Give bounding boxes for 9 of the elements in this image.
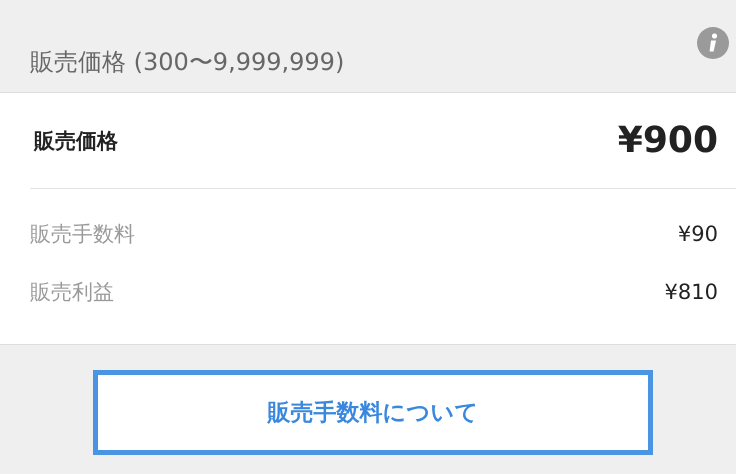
fee-info-button[interactable]: 販売手数料について xyxy=(93,370,653,455)
info-icon[interactable] xyxy=(697,27,729,59)
price-value: ¥900 xyxy=(618,120,718,161)
detail-label: 販売手数料 xyxy=(30,220,135,248)
detail-value: ¥90 xyxy=(678,222,718,246)
detail-value: ¥810 xyxy=(664,280,718,304)
price-label: 販売価格 xyxy=(34,128,118,154)
section-title: 販売価格 (300〜9,999,999) xyxy=(30,47,344,78)
detail-label: 販売利益 xyxy=(30,278,114,306)
